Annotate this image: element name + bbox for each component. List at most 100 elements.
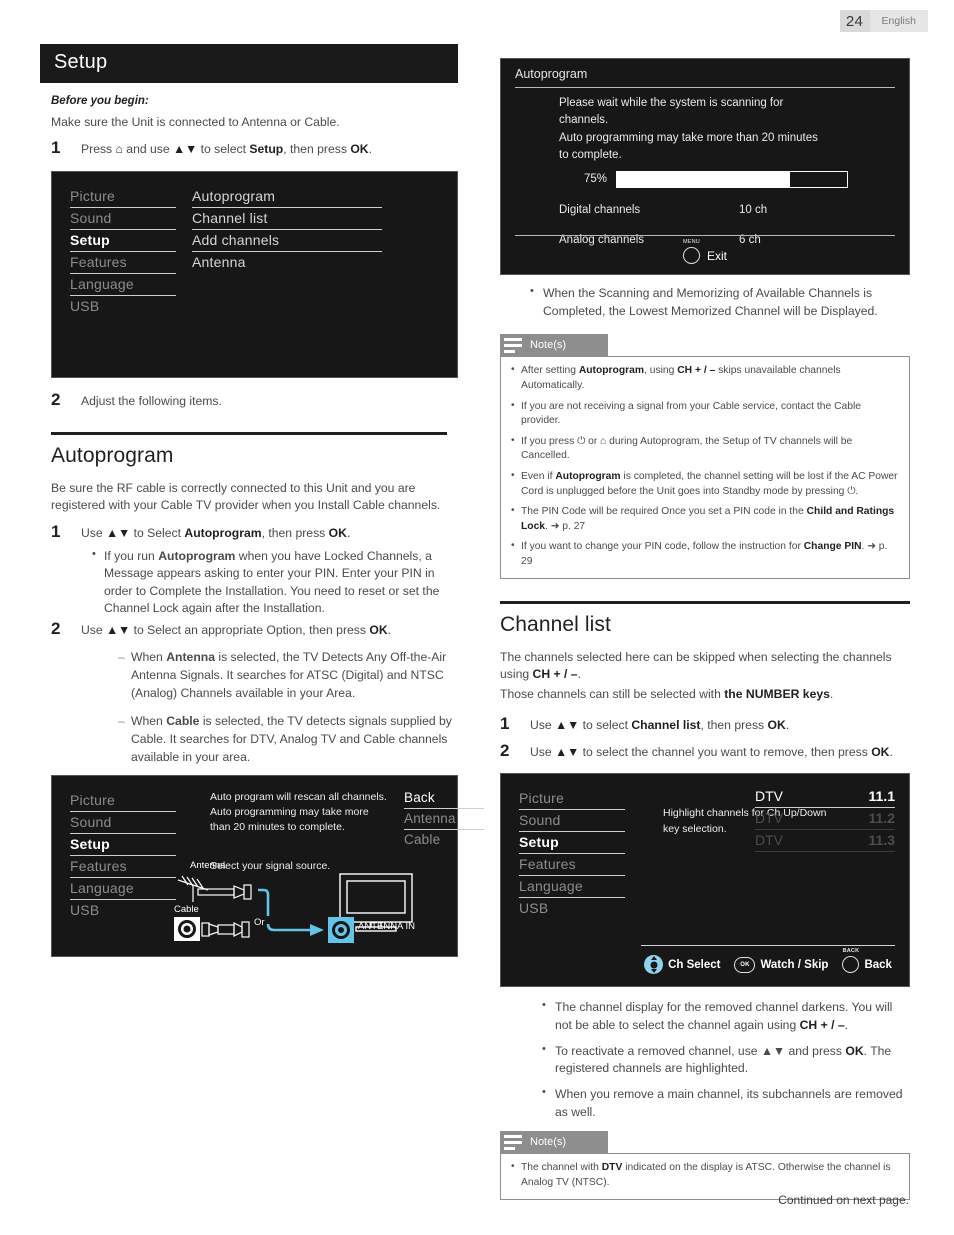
ap-s1-d: . bbox=[346, 525, 351, 540]
updown-arrows-icon: ▲▼ bbox=[173, 142, 198, 157]
note-item: The PIN Code will be required Once you s… bbox=[511, 504, 899, 534]
osd-menu-item-features[interactable]: Features bbox=[70, 252, 176, 274]
osd-option-back[interactable]: Back bbox=[404, 788, 484, 810]
page-number: 24 bbox=[839, 10, 870, 32]
ap-s1-c: , then press bbox=[261, 525, 329, 540]
osd-submenu-item-autoprogram[interactable]: Autoprogram bbox=[192, 186, 382, 208]
channel-type: DTV bbox=[755, 810, 783, 827]
diagram-cable-label: Cable bbox=[174, 904, 199, 916]
osd-option-antenna[interactable]: Antenna bbox=[404, 809, 484, 831]
notes-list-2: The channel with DTV indicated on the di… bbox=[511, 1160, 899, 1190]
osd-left-menu: Picture Sound Setup Features Language US… bbox=[70, 186, 176, 317]
note-item: If you want to change your PIN code, fol… bbox=[511, 539, 899, 569]
continued-next-page: Continued on next page. bbox=[778, 1193, 909, 1207]
before-you-begin-label: Before you begin: bbox=[51, 95, 149, 107]
n2-0-a: The channel with bbox=[521, 1162, 602, 1174]
cl-s1-bold: Channel list bbox=[631, 717, 701, 732]
osd-submenu-item-antenna[interactable]: Antenna bbox=[192, 252, 382, 273]
osd-menu-item-language[interactable]: Language bbox=[519, 876, 625, 899]
cl-s2-b: to select the channel you want to remove… bbox=[579, 745, 872, 759]
osd-source-options: Back Antenna Cable bbox=[404, 788, 484, 850]
osd-menu-item-setup[interactable]: Setup bbox=[70, 230, 176, 252]
list-item: To reactivate a removed channel, use ▲▼ … bbox=[542, 1042, 910, 1078]
message-line-3: than 20 minutes to complete. bbox=[210, 821, 345, 834]
note-item: Even if Autoprogram is completed, the ch… bbox=[511, 469, 899, 499]
notes-box-1: After setting Autoprogram, using CH + / … bbox=[500, 356, 910, 579]
antenna-in-jack-icon bbox=[328, 917, 354, 944]
ap-s1-bold: Autoprogram bbox=[184, 525, 262, 540]
footer-action-back[interactable]: BACK Back bbox=[842, 948, 892, 974]
updown-arrows-icon: ▲▼ bbox=[106, 525, 131, 540]
scan-progress: 75% bbox=[559, 171, 895, 189]
cl-s2-ok: OK bbox=[871, 745, 890, 759]
table-row[interactable]: DTV 11.2 bbox=[755, 808, 895, 831]
scan-message-line-4: to complete. bbox=[559, 149, 622, 162]
step1-setup-bold: Setup bbox=[249, 142, 284, 157]
step1-part-e: . bbox=[368, 142, 372, 157]
divider bbox=[515, 235, 895, 236]
footer-label: Back bbox=[864, 958, 892, 971]
channel-type: DTV bbox=[755, 788, 783, 805]
ap-d2-bold: Cable bbox=[166, 713, 200, 728]
footer-action-ch-select[interactable]: Ch Select bbox=[644, 955, 720, 975]
home-icon: ⌂ bbox=[115, 142, 123, 157]
n1-0-b: Autoprogram bbox=[578, 365, 645, 377]
tv-osd-setup-menu: Picture Sound Setup Features Language US… bbox=[51, 170, 458, 378]
osd-menu-item-setup[interactable]: Setup bbox=[519, 832, 625, 855]
divider bbox=[641, 945, 895, 947]
osd-menu-item-sound[interactable]: Sound bbox=[70, 208, 176, 230]
osd-menu-item-setup[interactable]: Setup bbox=[70, 834, 176, 857]
scan-footer-bar: MENU Exit bbox=[501, 239, 909, 264]
scan-message-line-1: Please wait while the system is scanning… bbox=[559, 97, 784, 109]
osd-menu-item-sound[interactable]: Sound bbox=[519, 810, 625, 833]
n1-3-b: Autoprogram bbox=[555, 471, 621, 483]
arrow-head-icon bbox=[310, 924, 324, 937]
cb-0-c: . bbox=[844, 1018, 849, 1033]
ap-d1-a: When bbox=[131, 649, 167, 664]
osd-menu-item-usb[interactable]: USB bbox=[70, 296, 176, 317]
osd-menu-item-picture[interactable]: Picture bbox=[70, 790, 176, 813]
osd-submenu-item-add-channels[interactable]: Add channels bbox=[192, 230, 382, 252]
n1-3-a: Even if bbox=[521, 471, 556, 483]
step-number: 2 bbox=[51, 619, 61, 639]
osd-menu-item-picture[interactable]: Picture bbox=[519, 788, 625, 811]
step-number: 1 bbox=[51, 521, 61, 541]
back-icon: BACK bbox=[842, 948, 860, 974]
osd-menu-item-usb[interactable]: USB bbox=[519, 898, 625, 919]
note-item: After setting Autoprogram, using CH + / … bbox=[511, 363, 899, 393]
osd-menu-item-features[interactable]: Features bbox=[519, 854, 625, 877]
n1-4-c: . ➜ p. 27 bbox=[545, 520, 586, 532]
footer-label: Watch / Skip bbox=[760, 958, 829, 971]
osd-menu-item-picture[interactable]: Picture bbox=[70, 186, 176, 208]
channel-list-intro: The channels selected here can be skippe… bbox=[500, 649, 910, 684]
list-item: If you run Autoprogram when you have Loc… bbox=[92, 547, 458, 617]
n1-0-d: CH + / – bbox=[677, 365, 716, 377]
table-row[interactable]: DTV 11.1 bbox=[755, 786, 895, 809]
osd-channel-rows: DTV 11.1 DTV 11.2 DTV 11.3 bbox=[755, 786, 895, 853]
osd-option-cable[interactable]: Cable bbox=[404, 830, 484, 850]
osd-submenu: Autoprogram Channel list Add channels An… bbox=[192, 186, 382, 273]
channel-list-intro-2: Those channels can still be selected wit… bbox=[500, 686, 910, 703]
n1-0-c: , using bbox=[644, 365, 678, 377]
signal-source-prompt: Select your signal source. bbox=[210, 860, 331, 873]
step1-ok-bold: OK bbox=[350, 142, 369, 157]
cl-i2-a: Those channels can still be selected wit… bbox=[500, 687, 725, 702]
menu-button-icon[interactable]: MENU bbox=[682, 239, 700, 264]
osd-submenu-item-channel-list[interactable]: Channel list bbox=[192, 208, 382, 230]
ap-s2-a: Use bbox=[81, 623, 107, 638]
osd-menu-item-sound[interactable]: Sound bbox=[70, 812, 176, 835]
dpad-icon bbox=[644, 955, 664, 975]
channel-list-step-1: 1 Use ▲▼ to select Channel list, then pr… bbox=[500, 714, 910, 734]
osd-menu-item-language[interactable]: Language bbox=[70, 274, 176, 296]
notes-title: Note(s) bbox=[530, 1136, 567, 1149]
cb-0-b: CH + / – bbox=[799, 1018, 845, 1033]
table-row[interactable]: DTV 11.3 bbox=[755, 830, 895, 853]
step-text: Press ⌂ and use ▲▼ to select Setup, then… bbox=[81, 138, 372, 158]
autoprogram-bullet-list: If you run Autoprogram when you have Loc… bbox=[92, 547, 458, 617]
stat-value: 10 ch bbox=[739, 204, 768, 217]
footer-action-watch-skip[interactable]: OK Watch / Skip bbox=[734, 956, 829, 973]
right-column: Autoprogram Please wait while the system… bbox=[500, 58, 910, 1200]
antenna-plug-icon bbox=[197, 884, 252, 900]
n1-4-a: The PIN Code will be required Once you s… bbox=[521, 506, 807, 518]
ap-d2-a: When bbox=[131, 713, 167, 728]
